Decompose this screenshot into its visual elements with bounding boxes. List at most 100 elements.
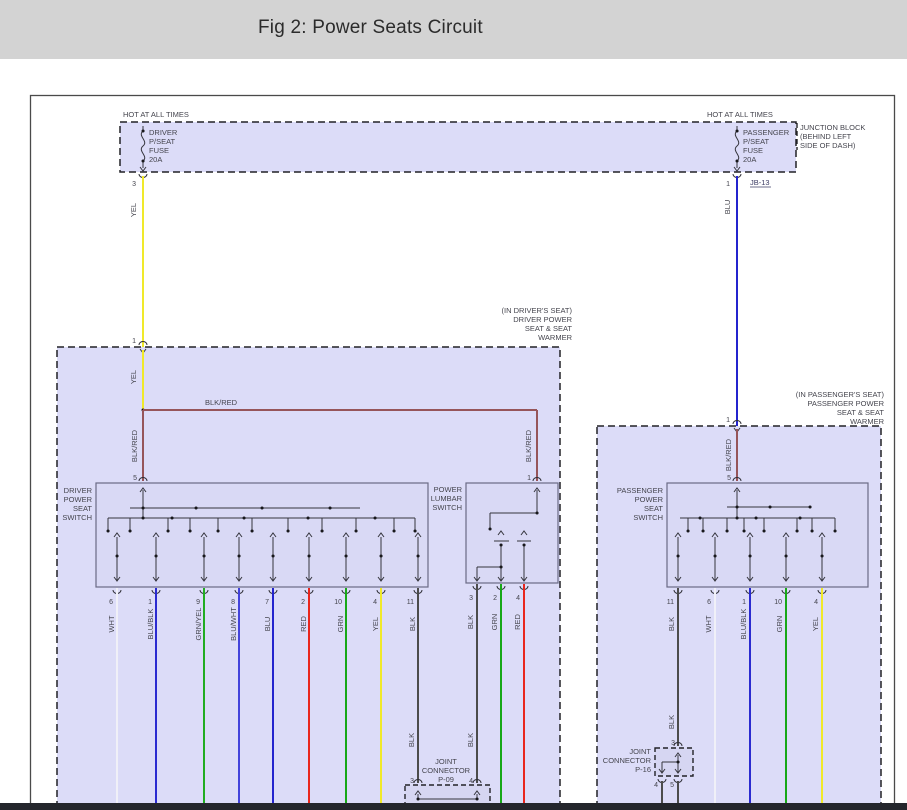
passenger-seat-assembly: (IN PASSENGER'S SEAT) PASSENGER POWER SE… bbox=[597, 390, 885, 810]
pin-number: 1 bbox=[527, 475, 531, 482]
jc-label-line: P-09 bbox=[438, 775, 454, 784]
pin-number: 1 bbox=[726, 181, 730, 188]
pin-number: 1 bbox=[726, 417, 730, 424]
hot-at-all-times-left: HOT AT ALL TIMES bbox=[123, 110, 189, 119]
wire-label: YEL bbox=[811, 617, 820, 631]
switch-name-line: SWITCH bbox=[62, 513, 92, 522]
pin-number: 3 bbox=[132, 181, 136, 188]
switch-name-line: DRIVER bbox=[64, 486, 93, 495]
switch-name-line: SWITCH bbox=[633, 513, 663, 522]
pin-number: 4 bbox=[516, 595, 520, 602]
wire-label: BLK bbox=[667, 617, 676, 631]
junction-block-label: JUNCTION BLOCK (BEHIND LEFT SIDE OF DASH… bbox=[797, 123, 865, 150]
pin-number: 2 bbox=[493, 595, 497, 602]
pin-number: 8 bbox=[231, 599, 235, 606]
wire-label: WHT bbox=[107, 615, 116, 632]
wire-label: RED bbox=[513, 614, 522, 630]
jc-label-line: JOINT bbox=[435, 757, 457, 766]
switch-name-line: LUMBAR bbox=[431, 494, 463, 503]
pin-number: 1 bbox=[132, 338, 136, 345]
fuse-label: 20A bbox=[149, 155, 162, 164]
area-label-line: WARMER bbox=[850, 417, 884, 426]
fuse-label: P/SEAT bbox=[149, 137, 176, 146]
jc-label-line: CONNECTOR bbox=[603, 756, 652, 765]
wire-label: BLU bbox=[263, 617, 272, 632]
wire-label: BLU/WHT bbox=[229, 607, 238, 641]
junction-block-box bbox=[120, 122, 796, 172]
pin-number: 4 bbox=[814, 599, 818, 606]
switch-box bbox=[96, 483, 428, 587]
area-label-line: SEAT & SEAT bbox=[837, 408, 885, 417]
switch-name-line: POWER bbox=[434, 485, 463, 494]
junction-label-line: (BEHIND LEFT bbox=[800, 132, 852, 141]
pin-number: 6 bbox=[707, 599, 711, 606]
pin-number: 6 bbox=[109, 599, 113, 606]
hot-at-all-times-right: HOT AT ALL TIMES bbox=[707, 110, 773, 119]
wire-label-blkred: BLK/RED bbox=[130, 429, 139, 462]
wire-label-yel: YEL bbox=[129, 370, 138, 384]
fuse-label: 20A bbox=[743, 155, 756, 164]
wire-label-blkred: BLK/RED bbox=[524, 429, 533, 462]
area-label-line: (IN DRIVER'S SEAT) bbox=[502, 306, 573, 315]
figure-title: Fig 2: Power Seats Circuit bbox=[258, 17, 483, 39]
pin-number: 4 bbox=[469, 778, 473, 785]
pin-number: 4 bbox=[373, 599, 377, 606]
switch-name-line: PASSENGER bbox=[617, 486, 664, 495]
switch-name-line: SWITCH bbox=[432, 503, 462, 512]
pin-number: 11 bbox=[667, 599, 674, 606]
pin-number: 5 bbox=[133, 475, 137, 482]
pin-number: 11 bbox=[407, 599, 414, 606]
pin-number: 7 bbox=[265, 599, 269, 606]
pin-number: 5 bbox=[727, 475, 731, 482]
jc-label-line: JOINT bbox=[629, 747, 651, 756]
wire-label: BLK bbox=[466, 733, 475, 747]
junction-block: HOT AT ALL TIMES HOT AT ALL TIMES JUNCTI… bbox=[120, 110, 865, 188]
jb-13-link[interactable]: JB-13 bbox=[750, 178, 770, 187]
pin-number: 5 bbox=[670, 782, 674, 789]
pin-number: 10 bbox=[774, 599, 782, 606]
pin-number: 4 bbox=[654, 782, 658, 789]
fuse-label: FUSE bbox=[743, 146, 763, 155]
wire-label-yel: YEL bbox=[129, 203, 138, 217]
pin-number: 1 bbox=[742, 599, 746, 606]
switch-box bbox=[466, 483, 558, 583]
area-label-line: (IN PASSENGER'S SEAT) bbox=[796, 390, 885, 399]
wire-label: WHT bbox=[704, 615, 713, 632]
fuse-label: FUSE bbox=[149, 146, 169, 155]
wire-label: BLK bbox=[407, 733, 416, 747]
switch-name-line: POWER bbox=[635, 495, 664, 504]
pin-number: 10 bbox=[334, 599, 342, 606]
wire-label-blkred: BLK/RED bbox=[205, 398, 238, 407]
wiring-diagram: HOT AT ALL TIMES HOT AT ALL TIMES JUNCTI… bbox=[0, 59, 907, 803]
pin-number: 9 bbox=[196, 599, 200, 606]
wire-label: GRN bbox=[490, 614, 499, 631]
figure-title-bar: Fig 2: Power Seats Circuit bbox=[0, 0, 907, 59]
diagram-svg: HOT AT ALL TIMES HOT AT ALL TIMES JUNCTI… bbox=[0, 59, 907, 810]
area-label-line: WARMER bbox=[538, 333, 572, 342]
fuse-label: P/SEAT bbox=[743, 137, 770, 146]
driver-power-seat-switch: DRIVER POWER SEAT SWITCH bbox=[62, 478, 428, 594]
pin-number: 1 bbox=[148, 599, 152, 606]
area-label-line: DRIVER POWER bbox=[513, 315, 572, 324]
jc-label-line: CONNECTOR bbox=[422, 766, 471, 775]
area-label-line: PASSENGER POWER bbox=[807, 399, 884, 408]
wire-label: GRN bbox=[775, 616, 784, 633]
wire-label: BLK bbox=[408, 617, 417, 631]
switch-name-line: SEAT bbox=[644, 504, 663, 513]
wire-label: BLK bbox=[466, 615, 475, 629]
junction-label-line: JUNCTION BLOCK bbox=[800, 123, 865, 132]
jc-label-line: P-16 bbox=[635, 765, 651, 774]
pin-number: 2 bbox=[301, 599, 305, 606]
fuse-label: PASSENGER bbox=[743, 128, 790, 137]
switch-name-line: SEAT bbox=[73, 504, 92, 513]
switch-box bbox=[667, 483, 868, 587]
wire-label: BLK bbox=[667, 715, 676, 729]
driver-seat-assembly: (IN DRIVER'S SEAT) DRIVER POWER SEAT & S… bbox=[57, 306, 573, 810]
wire-label: BLU/BLK bbox=[146, 609, 155, 640]
passenger-area-label: (IN PASSENGER'S SEAT) PASSENGER POWER SE… bbox=[796, 390, 885, 426]
wire-label-blkred: BLK/RED bbox=[724, 438, 733, 471]
junction-label-line: SIDE OF DASH) bbox=[800, 141, 856, 150]
bottom-window-edge bbox=[0, 803, 907, 810]
wire-label: GRN/YEL bbox=[194, 608, 203, 641]
pin-number: 3 bbox=[410, 778, 414, 785]
